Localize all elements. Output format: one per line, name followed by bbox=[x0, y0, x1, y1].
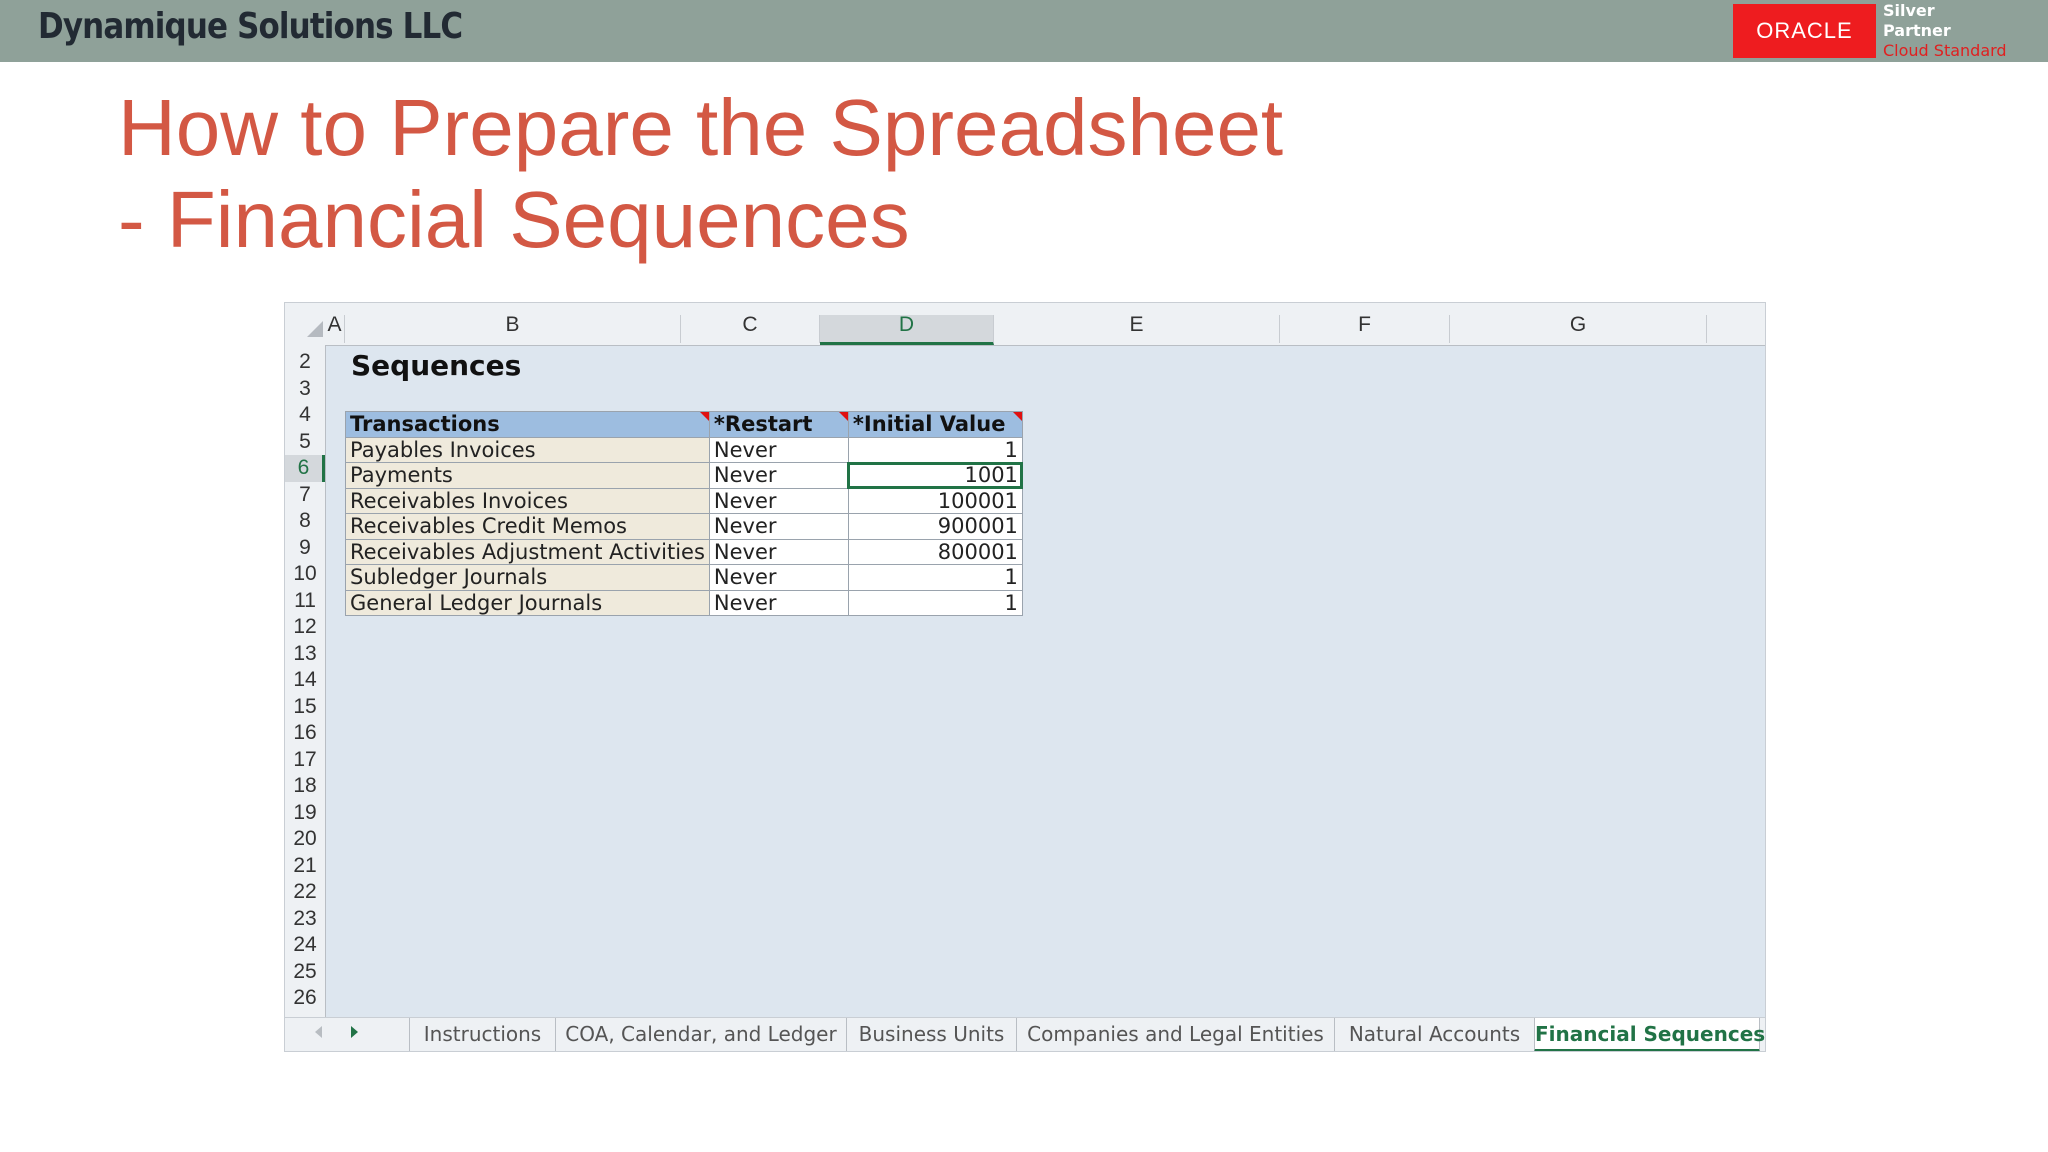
row-header[interactable]: 8 bbox=[285, 508, 325, 535]
initial-value-cell[interactable]: 1 bbox=[847, 436, 1023, 463]
scroll-tabs-right-icon[interactable] bbox=[351, 1026, 358, 1038]
table-row: Receivables Invoices Never 100001 bbox=[345, 487, 1023, 514]
spreadsheet: A B C D E F G 2 3 4 5 6 7 8 9 10 11 12 1… bbox=[284, 302, 1766, 1052]
sheet-title-cell[interactable]: Sequences bbox=[351, 349, 521, 382]
row-header[interactable]: 15 bbox=[285, 694, 325, 721]
header-initial-value[interactable]: *Initial Value bbox=[847, 411, 1023, 438]
transaction-cell[interactable]: Receivables Credit Memos bbox=[345, 513, 710, 540]
row-header[interactable]: 20 bbox=[285, 826, 325, 853]
header-initial-value-label: *Initial Value bbox=[852, 412, 1006, 437]
table-row: Payables Invoices Never 1 bbox=[345, 436, 1023, 463]
row-header[interactable]: 23 bbox=[285, 906, 325, 933]
row-header[interactable]: 2 bbox=[285, 349, 325, 376]
company-name: Dynamique Solutions LLC bbox=[38, 6, 463, 47]
tab-natural-accounts[interactable]: Natural Accounts bbox=[1334, 1018, 1534, 1051]
column-header-d[interactable]: D bbox=[820, 314, 994, 345]
oracle-logo: ORACLE bbox=[1733, 4, 1876, 58]
row-header[interactable]: 14 bbox=[285, 667, 325, 694]
row-header[interactable]: 9 bbox=[285, 535, 325, 562]
row-header[interactable]: 21 bbox=[285, 853, 325, 880]
tab-business-units[interactable]: Business Units bbox=[846, 1018, 1016, 1051]
column-header-f[interactable]: F bbox=[1280, 314, 1450, 343]
initial-value-cell[interactable]: 1 bbox=[847, 589, 1023, 616]
row-header[interactable]: 5 bbox=[285, 429, 325, 456]
tab-coa-calendar-ledger[interactable]: COA, Calendar, and Ledger bbox=[555, 1018, 846, 1051]
column-headers: A B C D E F G bbox=[285, 303, 1765, 346]
column-header-c[interactable]: C bbox=[681, 314, 820, 343]
column-header-b[interactable]: B bbox=[345, 314, 681, 343]
restart-cell[interactable]: Never bbox=[708, 564, 849, 591]
table-row: General Ledger Journals Never 1 bbox=[345, 589, 1023, 616]
row-header[interactable]: 10 bbox=[285, 561, 325, 588]
tab-companies-legal-entities[interactable]: Companies and Legal Entities bbox=[1016, 1018, 1334, 1051]
row-header-selected[interactable]: 6 bbox=[285, 455, 325, 482]
partner-line-1: Silver bbox=[1883, 1, 1935, 20]
row-header[interactable]: 3 bbox=[285, 376, 325, 403]
slide-title-line-1: How to Prepare the Spreadsheet bbox=[118, 83, 1284, 172]
initial-value-cell[interactable]: 100001 bbox=[847, 487, 1023, 514]
header-restart[interactable]: *Restart bbox=[708, 411, 849, 438]
row-header[interactable]: 22 bbox=[285, 879, 325, 906]
table-row: Receivables Adjustment Activities Never … bbox=[345, 538, 1023, 565]
row-header[interactable]: 11 bbox=[285, 588, 325, 615]
header-bar: Dynamique Solutions LLC ORACLE Silver Pa… bbox=[0, 0, 2048, 62]
table-row: Subledger Journals Never 1 bbox=[345, 564, 1023, 591]
active-cell[interactable]: 1001 bbox=[847, 461, 1024, 489]
column-header-e[interactable]: E bbox=[994, 314, 1280, 343]
slide-title-line-2: - Financial Sequences bbox=[118, 175, 910, 264]
select-all-icon bbox=[307, 321, 323, 337]
row-header[interactable]: 18 bbox=[285, 773, 325, 800]
restart-cell[interactable]: Never bbox=[708, 436, 849, 463]
row-header[interactable]: 4 bbox=[285, 402, 325, 429]
restart-cell[interactable]: Never bbox=[708, 462, 849, 489]
sheet-tab-bar: Instructions COA, Calendar, and Ledger B… bbox=[285, 1017, 1765, 1051]
initial-value-cell[interactable]: 800001 bbox=[847, 538, 1023, 565]
transaction-cell[interactable]: Subledger Journals bbox=[345, 564, 710, 591]
table-header-row: Transactions *Restart *Initial Value bbox=[345, 411, 1023, 438]
table-row: Receivables Credit Memos Never 900001 bbox=[345, 513, 1023, 540]
initial-value-cell[interactable]: 900001 bbox=[847, 513, 1023, 540]
partner-line-2: Partner bbox=[1883, 21, 1951, 40]
column-header-g[interactable]: G bbox=[1450, 314, 1707, 343]
row-headers: 2 3 4 5 6 7 8 9 10 11 12 13 14 15 16 17 … bbox=[285, 345, 326, 1051]
row-header[interactable]: 19 bbox=[285, 800, 325, 827]
column-header-a[interactable]: A bbox=[325, 314, 345, 343]
row-header[interactable]: 7 bbox=[285, 482, 325, 509]
scroll-tabs-left-icon[interactable] bbox=[315, 1026, 322, 1038]
partner-line-3: Cloud Standard bbox=[1883, 41, 2007, 60]
table-row: Payments Never 1001 bbox=[345, 461, 1024, 489]
row-header[interactable]: 16 bbox=[285, 720, 325, 747]
transaction-cell[interactable]: Receivables Adjustment Activities bbox=[345, 538, 710, 565]
row-header[interactable]: 17 bbox=[285, 747, 325, 774]
select-all-corner[interactable] bbox=[285, 303, 325, 345]
row-header[interactable]: 12 bbox=[285, 614, 325, 641]
sequences-table: Transactions *Restart *Initial Value Pay… bbox=[345, 411, 1024, 616]
restart-cell[interactable]: Never bbox=[708, 513, 849, 540]
partner-badge: Silver Partner Cloud Standard bbox=[1883, 1, 2007, 61]
header-transactions-label: Transactions bbox=[350, 412, 500, 437]
restart-cell[interactable]: Never bbox=[708, 538, 849, 565]
initial-value-cell[interactable]: 1 bbox=[847, 564, 1023, 591]
slide-title: How to Prepare the Spreadsheet - Financi… bbox=[118, 82, 1283, 266]
transaction-cell[interactable]: Payables Invoices bbox=[345, 436, 710, 463]
transaction-cell[interactable]: General Ledger Journals bbox=[345, 589, 710, 616]
row-header[interactable]: 24 bbox=[285, 932, 325, 959]
row-header[interactable]: 13 bbox=[285, 641, 325, 668]
transaction-cell[interactable]: Payments bbox=[345, 462, 710, 489]
comment-indicator-icon bbox=[838, 412, 848, 421]
tab-instructions[interactable]: Instructions bbox=[409, 1018, 555, 1051]
comment-indicator-icon bbox=[1012, 412, 1022, 421]
header-restart-label: *Restart bbox=[713, 412, 813, 437]
transaction-cell[interactable]: Receivables Invoices bbox=[345, 487, 710, 514]
tab-financial-sequences[interactable]: Financial Sequences bbox=[1534, 1018, 1765, 1051]
header-transactions[interactable]: Transactions bbox=[345, 411, 710, 438]
restart-cell[interactable]: Never bbox=[708, 487, 849, 514]
restart-cell[interactable]: Never bbox=[708, 589, 849, 616]
row-header[interactable]: 25 bbox=[285, 959, 325, 986]
comment-indicator-icon bbox=[699, 412, 709, 421]
row-header[interactable]: 26 bbox=[285, 985, 325, 1012]
